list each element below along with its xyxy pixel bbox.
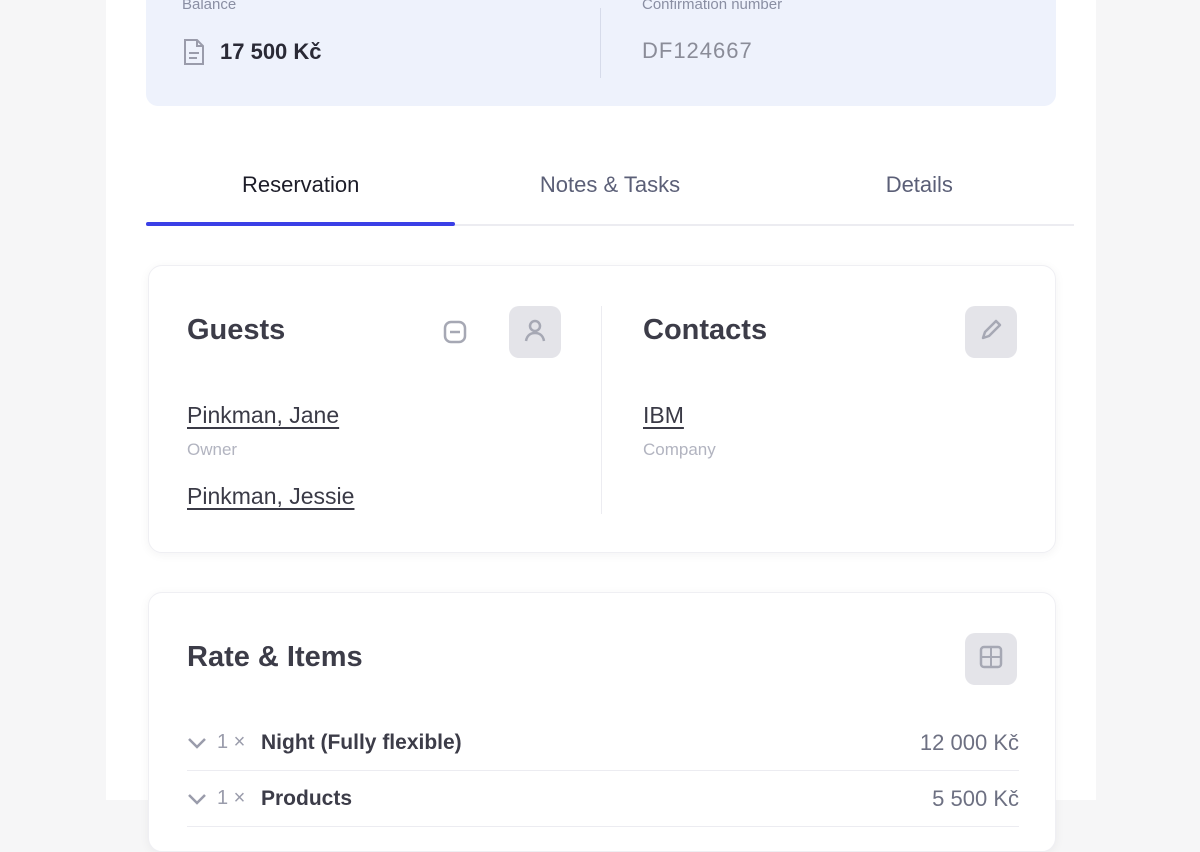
tab-reservation[interactable]: Reservation [146,150,456,226]
guests-contacts-divider [601,306,602,514]
rate-row[interactable]: 1 × Products 5 500 Kč [187,771,1019,827]
pencil-icon [978,317,1004,348]
rate-name: Night (Fully flexible) [261,730,462,754]
chevron-down-icon[interactable] [187,737,217,749]
reservation-summary: Balance 17 500 Kč Confirmation number DF… [146,0,1056,106]
add-guest-button[interactable] [509,306,561,358]
contact-role: Company [643,440,716,459]
reservation-page: Balance 17 500 Kč Confirmation number DF… [106,0,1096,852]
rate-qty: 1 × [217,731,246,753]
rate-qty: 1 × [217,787,246,809]
balance-label: Balance [182,0,237,13]
guests-contacts-card: Guests Pinkman, Jane Owner Pinkman, Jess… [148,265,1056,553]
rate-amount: 5 500 Kč [932,785,1019,811]
grid-icon [978,644,1004,675]
contacts-title: Contacts [643,314,768,346]
contact-name-link[interactable]: IBM [643,402,684,429]
info-square-icon[interactable] [442,319,468,345]
reservation-tabs: Reservation Notes & Tasks Details [146,150,1074,226]
edit-contacts-button[interactable] [965,306,1017,358]
guest-name-link[interactable]: Pinkman, Jessie [187,483,354,510]
rates-title: Rate & Items [187,641,363,673]
confirmation-value: DF124667 [642,38,753,63]
rates-menu-button[interactable] [965,633,1017,685]
chevron-down-icon[interactable] [187,793,217,805]
tab-details[interactable]: Details [765,150,1074,224]
guest-name-link[interactable]: Pinkman, Jane [187,402,339,429]
document-icon [182,38,206,66]
guests-title: Guests [187,314,286,346]
balance-value: 17 500 Kč [220,39,322,64]
rate-items-card: Rate & Items 1 × Night (Fully flexible) … [148,592,1056,852]
rate-name: Products [261,786,353,810]
guest-role: Owner [187,440,238,459]
tab-notes-tasks[interactable]: Notes & Tasks [455,150,764,224]
summary-divider [600,8,601,78]
confirmation-label: Confirmation number [642,0,783,13]
rate-amount: 12 000 Kč [919,729,1019,755]
rate-row[interactable]: 1 × Night (Fully flexible) 12 000 Kč [187,715,1019,771]
person-icon [522,317,548,348]
